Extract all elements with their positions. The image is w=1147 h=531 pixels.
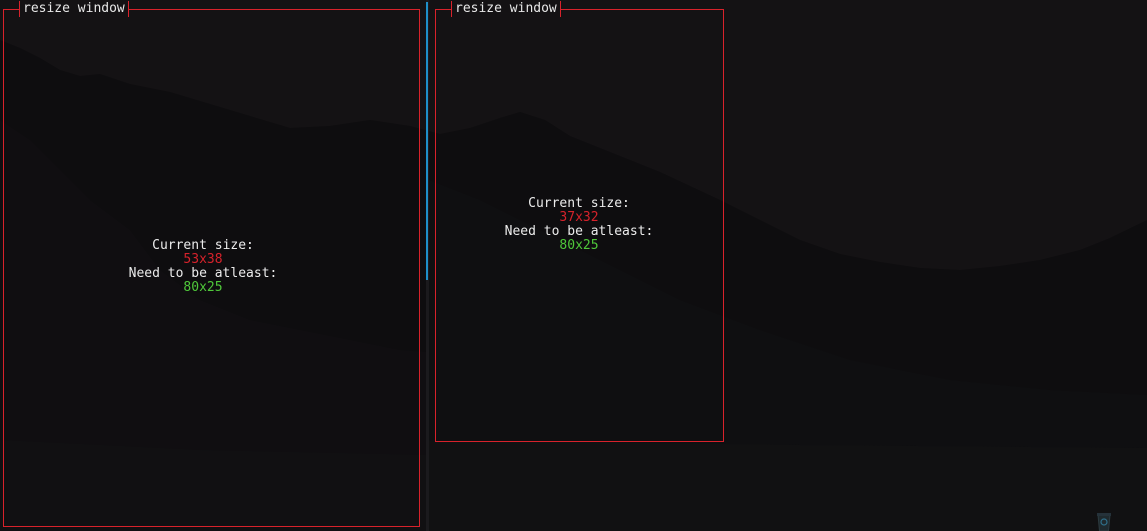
- active-pane-indicator: [426, 2, 428, 280]
- frame-title: resize window: [19, 1, 129, 17]
- current-size-value: 53x38: [183, 252, 223, 267]
- current-size-label: Current size:: [528, 196, 630, 211]
- required-size-value: 80x25: [559, 238, 599, 253]
- resize-message: Current size: 37x32 Need to be atleast: …: [479, 197, 679, 253]
- frame-title: resize window: [451, 1, 561, 17]
- recycle-bin-icon[interactable]: [1094, 511, 1114, 531]
- current-size-value: 37x32: [559, 210, 599, 225]
- required-size-label: Need to be atleast:: [128, 266, 278, 281]
- required-size-value: 80x25: [183, 280, 223, 295]
- current-size-label: Current size:: [152, 238, 254, 253]
- required-size-label: Need to be atleast:: [504, 224, 654, 239]
- resize-message: Current size: 53x38 Need to be atleast: …: [103, 239, 303, 295]
- terminal-pane-right[interactable]: resize window Current size: 37x32 Need t…: [429, 0, 1147, 531]
- terminal-pane-left[interactable]: resize window Current size: 53x38 Need t…: [0, 0, 426, 531]
